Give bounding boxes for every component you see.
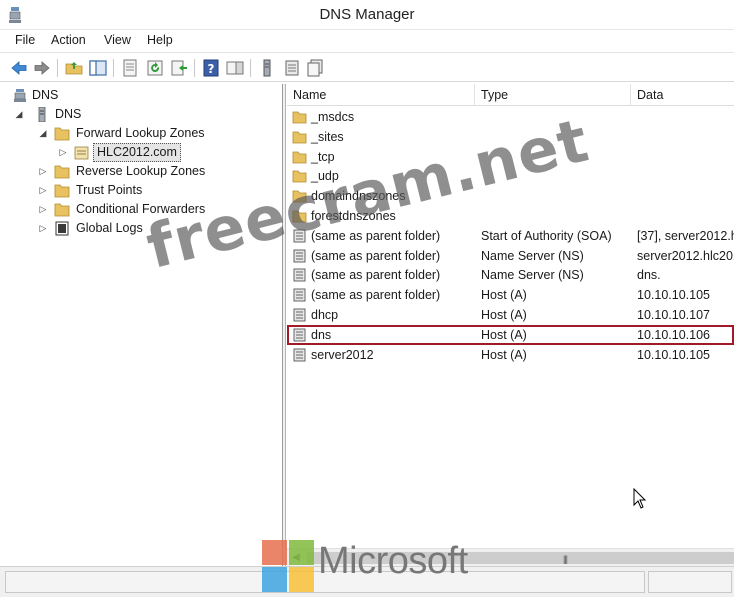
column-header-name[interactable]: Name [287,84,475,106]
list-item[interactable]: dhcp Host (A) 10.10.10.107 [287,305,734,325]
mouse-cursor-icon [633,488,647,509]
title-bar: DNS Manager [0,0,734,30]
expand-arrow-icon[interactable]: ▷ [58,143,68,162]
record-type: Host (A) [481,347,527,362]
menu-action[interactable]: Action [47,33,90,47]
expand-arrow-icon[interactable]: ▷ [38,219,48,238]
pane-splitter[interactable] [283,84,286,566]
toolbar: ? [0,52,734,82]
record-name: _tcp [311,149,335,164]
record-icon [293,268,306,282]
record-name: (same as parent folder) [311,248,441,263]
expand-arrow-icon[interactable]: ▷ [38,162,48,181]
record-icon [293,288,306,302]
folder-icon [292,131,307,144]
record-name: _sites [311,129,344,144]
record-icon [293,348,306,362]
show-hide-console-tree-icon[interactable] [88,58,108,78]
record-type: Start of Authority (SOA) [481,228,612,243]
folder-icon [54,165,70,179]
expand-arrow-icon[interactable]: ▷ [38,200,48,219]
record-data: dns. [637,268,661,283]
menu-view[interactable]: View [100,33,135,47]
list-item[interactable]: (same as parent folder) Name Server (NS) d… [287,265,734,285]
properties-icon[interactable] [120,58,140,78]
svg-text:?: ? [208,62,215,76]
record-data: 10.10.10.107 [637,308,710,322]
column-header-type[interactable]: Type [475,84,631,106]
up-folder-icon[interactable] [64,58,84,78]
help-icon[interactable]: ? [201,58,221,78]
tree-label: DNS [55,107,82,121]
folder-icon [54,203,70,217]
menu-bar: File Action View Help [0,30,734,52]
record-type: Name Server (NS) [481,248,584,263]
tree-label-selected: HLC2012.com [93,143,181,162]
record-type: Host (A) [481,308,527,322]
tree-label: Forward Lookup Zones [76,126,205,140]
record-data: [37], server2012.hl [637,228,734,243]
menu-file[interactable]: File [11,33,39,47]
record-data: 10.10.10.106 [637,327,710,342]
record-name: (same as parent folder) [311,268,441,283]
record-name: server2012 [311,347,374,362]
refresh-icon[interactable] [145,58,165,78]
event-log-icon [55,221,69,236]
tree-label: Reverse Lookup Zones [76,164,206,178]
microsoft-logo-icon [262,540,314,592]
collapse-arrow-icon[interactable]: ◢ [38,124,48,143]
folder-icon [54,127,70,141]
record-name: (same as parent folder) [311,288,441,303]
action-pane-icon[interactable] [225,58,245,78]
menu-help[interactable]: Help [143,33,177,47]
folder-icon [54,184,70,198]
record-name: dns [311,327,332,342]
record-type: Host (A) [481,288,527,303]
status-cell [648,571,732,593]
list-header: Name Type Data [287,84,734,106]
forward-arrow-icon[interactable] [32,58,52,78]
record-data: 10.10.10.105 [637,288,710,303]
console-tree[interactable]: DNS ◢ DNS ◢ Forward Lookup Zones ▷ HLC20… [6,84,283,566]
record-icon [293,308,306,322]
record-name: dhcp [311,308,339,322]
folder-icon [292,151,307,163]
tree-label: Trust Points [76,183,143,197]
server-icon[interactable] [257,58,277,78]
expand-arrow-icon[interactable]: ▷ [38,181,48,200]
record-icon [293,249,306,263]
list-item[interactable]: dns Host (A) 10.10.10.106 [287,324,734,345]
record-name: _msdcs [311,110,355,124]
dns-manager-icon [14,89,26,102]
new-record-icon[interactable] [282,58,302,78]
list-item[interactable]: (same as parent folder) Name Server (NS) s… [287,246,734,266]
tree-label: Global Logs [76,221,143,235]
record-type: Name Server (NS) [481,268,584,283]
new-zone-icon[interactable] [305,58,325,78]
record-data: server2012.hlc201 [637,248,734,263]
list-item[interactable]: (same as parent folder) Host (A) 10.10.10.… [287,285,734,305]
zone-icon [74,146,89,160]
record-data: 10.10.10.105 [637,347,710,362]
tree-label: DNS [32,88,59,102]
back-arrow-icon[interactable] [9,58,29,78]
microsoft-wordmark: Microsoft [318,540,468,582]
record-type: Host (A) [481,327,527,342]
column-header-data[interactable]: Data [631,84,734,106]
window-title: DNS Manager [319,6,415,23]
server-icon [38,107,46,122]
collapse-arrow-icon[interactable]: ◢ [14,105,24,124]
record-icon [293,328,306,342]
export-list-icon[interactable] [169,58,189,78]
folder-icon [292,111,307,124]
list-item[interactable]: server2012 Host (A) 10.10.10.105 [287,345,734,365]
